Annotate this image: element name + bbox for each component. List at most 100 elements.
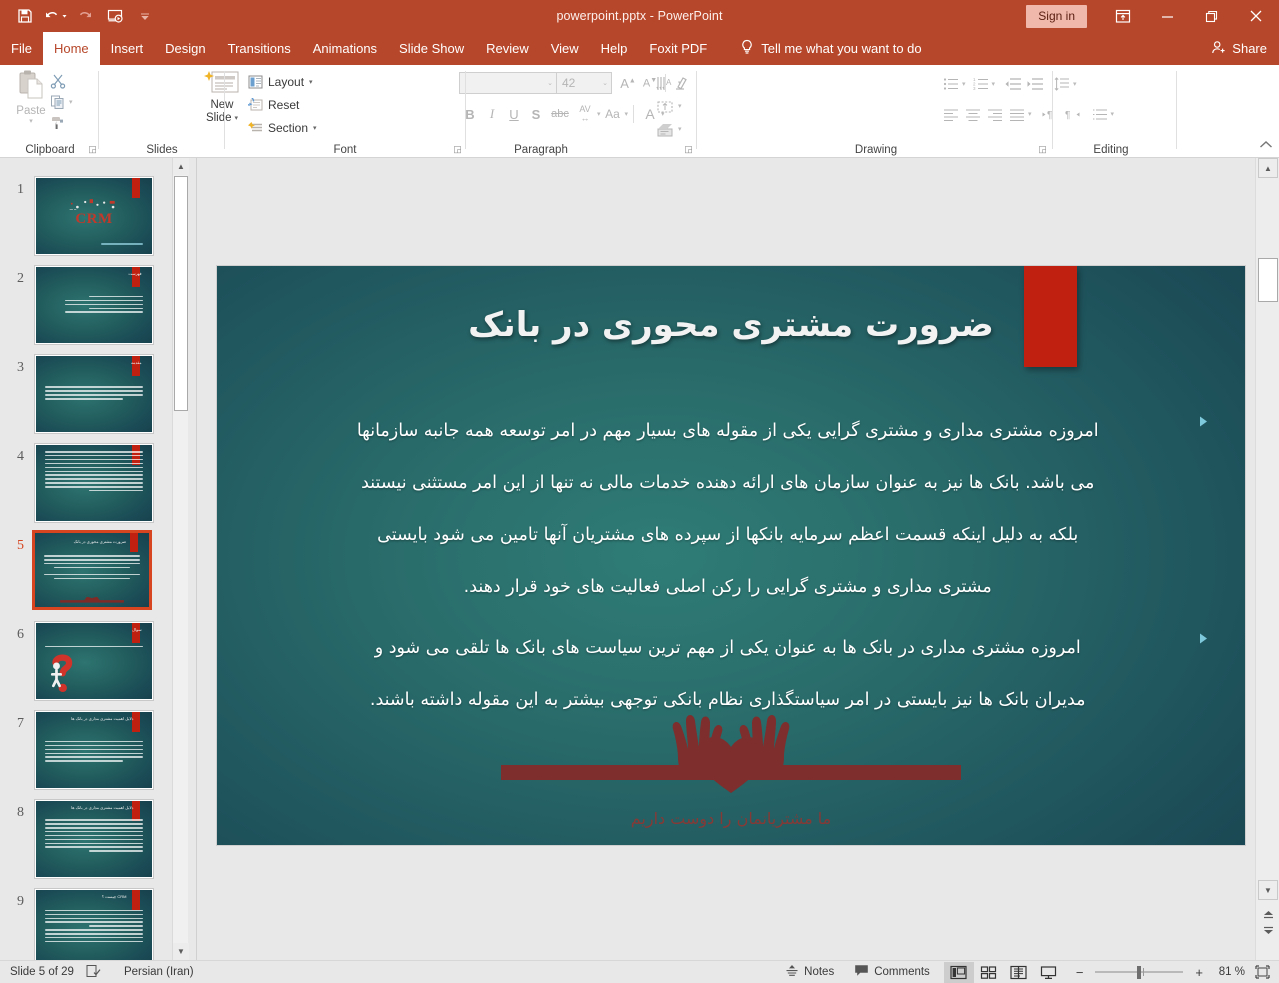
tab-help[interactable]: Help: [590, 32, 639, 65]
tab-foxit-pdf[interactable]: Foxit PDF: [638, 32, 718, 65]
thumbnail-scroll-up-button[interactable]: ▲: [173, 158, 189, 175]
ribbon-tabs: File Home Insert Design Transitions Anim…: [0, 32, 1279, 65]
slide-logo-group[interactable]: ما مشتریانمان را دوست داریم: [217, 683, 1245, 828]
thumbnail-frame[interactable]: دلایل اهمیت مشتری مداری در بانک ها: [34, 710, 154, 790]
smartart-button[interactable]: [655, 119, 677, 141]
tab-animations[interactable]: Animations: [302, 32, 388, 65]
thumbnail-slide-7[interactable]: 7 دلایل اهمیت مشتری مداری در بانک ها: [0, 706, 172, 795]
thumbnail-number: 8: [17, 805, 24, 820]
convert-caret[interactable]: ▾: [678, 102, 682, 110]
slide-scroll-down-button[interactable]: ▼: [1258, 880, 1278, 900]
slide-body-line: بلکه به دلیل اینکه قسمت اعظم سرمایه بانک…: [377, 524, 1079, 545]
copy-dropdown-caret[interactable]: ▾: [69, 98, 73, 106]
thumbnail-frame[interactable]: سوال: [34, 621, 154, 701]
text-direction-icon: A: [656, 77, 672, 90]
share-button[interactable]: Share: [1211, 32, 1267, 65]
language-indicator[interactable]: Persian (Iran): [114, 966, 206, 978]
restore-icon[interactable]: [1189, 0, 1233, 32]
slide-indicator[interactable]: Slide 5 of 29: [10, 966, 86, 978]
smartart-caret[interactable]: ▾: [678, 125, 682, 133]
slide-body-line: مشتری مداری و مشتری گرایی را رکن اصلی فع…: [463, 576, 992, 597]
thumbnail-slide-4[interactable]: 4: [0, 439, 172, 528]
smartart-icon: [657, 124, 673, 137]
pane-splitter[interactable]: [196, 158, 197, 960]
minimize-icon[interactable]: [1145, 0, 1189, 32]
normal-view-icon[interactable]: [943, 961, 974, 983]
paste-icon: [19, 70, 43, 99]
notes-button[interactable]: Notes: [775, 961, 844, 983]
previous-slide-button[interactable]: [1260, 906, 1276, 921]
slide-bullet-group-1[interactable]: امروزه مشتری مداری و مشتری گرایی یکی از …: [263, 405, 1214, 613]
tab-file[interactable]: File: [0, 32, 43, 65]
clipboard-dialog-launcher[interactable]: ◲: [87, 144, 98, 155]
tab-slide-show[interactable]: Slide Show: [388, 32, 475, 65]
tab-view[interactable]: View: [540, 32, 590, 65]
cut-button[interactable]: [50, 70, 92, 91]
close-icon[interactable]: [1233, 0, 1279, 32]
convert-to-smartart-button[interactable]: [655, 96, 677, 118]
thumbnail-frame-selected[interactable]: ضرورت مشتری محوری در بانک: [32, 530, 152, 610]
save-icon[interactable]: [10, 3, 40, 29]
thumbnail-slide-8[interactable]: 8 دلایل اهمیت مشتری مداری در بانک ها: [0, 795, 172, 884]
tell-me-box[interactable]: Tell me what you want to do: [740, 32, 922, 65]
crm-icons-graphic: [69, 199, 115, 210]
zoom-slider-handle[interactable]: [1137, 965, 1142, 979]
copy-button[interactable]: ▾: [50, 91, 92, 112]
thumbnail-scrollbar-thumb[interactable]: [174, 176, 188, 411]
thumbnail-frame[interactable]: دلایل اهمیت مشتری مداری در بانک ها: [34, 799, 154, 879]
comments-button[interactable]: Comments: [844, 961, 940, 983]
slide-canvas-area[interactable]: ضرورت مشتری محوری در بانک امروزه مشتری م…: [198, 158, 1255, 960]
ribbon-display-options-icon[interactable]: [1101, 0, 1145, 32]
thumbnail-frame[interactable]: CRM چیست ؟: [34, 888, 154, 960]
thumbnail-frame[interactable]: [34, 443, 154, 523]
redo-icon[interactable]: [70, 3, 100, 29]
chevron-down-icon[interactable]: [130, 3, 160, 29]
thumbnail-slide-1[interactable]: 1 CRM: [0, 172, 172, 261]
zoom-slider[interactable]: [1091, 961, 1187, 983]
thumbnail-slide-9[interactable]: 9 CRM چیست ؟: [0, 884, 172, 960]
slide-thumbnail-pane[interactable]: 1 CRM 2 فهرست 3 مقدمه 4 5 ضرورت مشتری مح…: [0, 158, 172, 960]
thumbnail-pane-scrollbar[interactable]: ▲ ▼: [172, 158, 189, 960]
thumbnail-slide-2[interactable]: 2 فهرست: [0, 261, 172, 350]
thumbnail-slide-6[interactable]: 6 سوال: [0, 617, 172, 706]
status-bar: Slide 5 of 29 Persian (Iran) Notes Comme…: [0, 960, 1279, 983]
slide-show-icon[interactable]: [1034, 962, 1064, 983]
collapse-ribbon-icon[interactable]: [1259, 140, 1273, 153]
thumbnail-scroll-down-button[interactable]: ▼: [173, 943, 189, 960]
ribbon-group-slides: New Slide ▾ Layout ▾ Reset Section ▾ Sli…: [100, 65, 317, 158]
reading-view-icon[interactable]: [1004, 962, 1034, 983]
fit-slide-icon[interactable]: [1251, 961, 1273, 983]
zoom-in-button[interactable]: +: [1187, 965, 1211, 980]
thumbnail-slide-3[interactable]: 3 مقدمه: [0, 350, 172, 439]
slide-scrollbar-thumb[interactable]: [1258, 258, 1278, 302]
undo-icon[interactable]: [40, 3, 70, 29]
tab-review[interactable]: Review: [475, 32, 540, 65]
spellcheck-icon[interactable]: [86, 964, 114, 981]
slide-pane-scrollbar[interactable]: ▲ ▼: [1255, 158, 1279, 960]
thumbnail-frame[interactable]: CRM: [34, 176, 154, 256]
sign-in-button[interactable]: Sign in: [1026, 4, 1087, 28]
format-painter-button[interactable]: [50, 112, 92, 133]
paste-dropdown-caret[interactable]: ▾: [29, 117, 33, 125]
slide-scroll-up-button[interactable]: ▲: [1258, 158, 1278, 178]
paste-button[interactable]: Paste ▾: [8, 69, 54, 131]
slide-sorter-icon[interactable]: [974, 962, 1004, 983]
slide-title[interactable]: ضرورت مشتری محوری در بانک: [258, 305, 1204, 345]
drawing-dialog-launcher[interactable]: ◲: [1037, 144, 1048, 155]
text-direction-caret[interactable]: ▾: [678, 79, 682, 87]
text-direction-button[interactable]: A: [655, 73, 677, 95]
current-slide[interactable]: ضرورت مشتری محوری در بانک امروزه مشتری م…: [217, 266, 1245, 845]
tab-home[interactable]: Home: [42, 32, 100, 65]
thumbnail-frame[interactable]: فهرست: [34, 265, 154, 345]
thumbnail-slide-5[interactable]: 5 ضرورت مشتری محوری در بانک: [0, 528, 172, 617]
tab-insert[interactable]: Insert: [100, 32, 155, 65]
slideshow-icon[interactable]: [100, 3, 130, 29]
paragraph-dialog-launcher[interactable]: ◲: [683, 144, 694, 155]
next-slide-button[interactable]: [1260, 924, 1276, 939]
thumbnail-frame[interactable]: مقدمه: [34, 354, 154, 434]
ribbon-group-drawing: A: [696, 65, 1056, 158]
tab-design[interactable]: Design: [154, 32, 216, 65]
zoom-out-button[interactable]: −: [1068, 965, 1092, 980]
zoom-level[interactable]: 81 %: [1211, 966, 1251, 978]
tab-transitions[interactable]: Transitions: [217, 32, 302, 65]
